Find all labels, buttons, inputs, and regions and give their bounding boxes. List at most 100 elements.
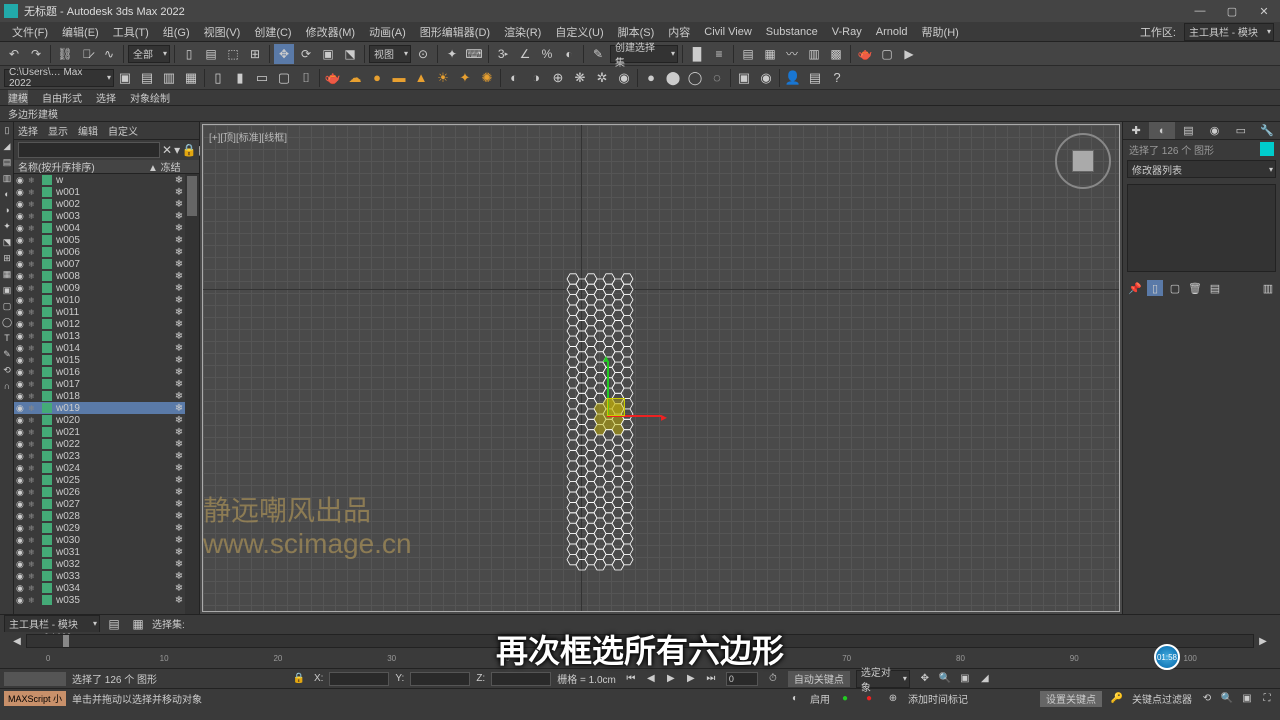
pivot-button[interactable]: ⊙ xyxy=(413,44,433,64)
path-dropdown[interactable]: C:\Users\… Max 2022 xyxy=(4,69,114,87)
keymode-dropdown[interactable]: 选定对象 xyxy=(856,670,910,688)
scene-lock-icon[interactable]: 🔒 xyxy=(182,143,196,157)
col-name[interactable]: 名称(按升序排序) xyxy=(14,159,144,174)
scene-item[interactable]: ◉❄w026❄ xyxy=(14,486,199,498)
align-button[interactable]: ≡ xyxy=(709,44,729,64)
maximize-button[interactable]: ▢ xyxy=(1220,3,1244,19)
render-frame-button[interactable]: ▢ xyxy=(877,44,897,64)
l-4[interactable]: ▥ xyxy=(0,171,14,185)
scene-item[interactable]: ◉❄w014❄ xyxy=(14,342,199,354)
percent-snap-button[interactable]: % xyxy=(537,44,557,64)
unlink-button[interactable]: ⛓̷ xyxy=(77,44,97,64)
angle-snap-button[interactable]: ∠ xyxy=(515,44,535,64)
person-icon[interactable]: 👤 xyxy=(782,68,804,88)
select-object-button[interactable]: ▯ xyxy=(179,44,199,64)
menu-item[interactable]: 组(G) xyxy=(157,22,196,42)
menu-item[interactable]: 自定义(U) xyxy=(549,22,609,42)
scene-item[interactable]: ◉❄w019❄ xyxy=(14,402,199,414)
l-16[interactable]: ⟲ xyxy=(0,363,14,377)
setkey-button[interactable]: 设置关键点 xyxy=(1040,691,1102,707)
scene-item[interactable]: ◉❄w024❄ xyxy=(14,462,199,474)
menu-item[interactable]: 创建(C) xyxy=(248,22,297,42)
tl-next[interactable]: ▶ xyxy=(1254,633,1272,649)
help-icon[interactable]: ? xyxy=(826,68,848,88)
cloud-icon[interactable]: ☁ xyxy=(344,68,366,88)
l-10[interactable]: ▦ xyxy=(0,267,14,281)
menu-item[interactable]: V-Ray xyxy=(826,24,868,40)
rb-2[interactable]: ▤ xyxy=(136,68,158,88)
scene-item[interactable]: ◉❄w032❄ xyxy=(14,558,199,570)
rb-glob3[interactable]: ⊕ xyxy=(547,68,569,88)
viewcube[interactable] xyxy=(1055,133,1111,189)
bottom-toolbar-dropdown[interactable]: 主工具栏 - 模块 xyxy=(4,615,100,633)
time-knob[interactable]: 01:58 xyxy=(1154,644,1180,670)
scene-item[interactable]: ◉❄w005❄ xyxy=(14,234,199,246)
maxscript-label[interactable]: MAXScript 小 xyxy=(4,691,66,706)
play[interactable]: ▶ xyxy=(662,671,680,687)
scene-item[interactable]: ◉❄w007❄ xyxy=(14,258,199,270)
select-name-button[interactable]: ▤ xyxy=(201,44,221,64)
menu-item[interactable]: Arnold xyxy=(870,24,914,40)
l-11[interactable]: ▣ xyxy=(0,283,14,297)
menu-item[interactable]: 工具(T) xyxy=(107,22,155,42)
render-button[interactable]: ▶ xyxy=(899,44,919,64)
autokey-button[interactable]: 自动关键点 xyxy=(788,671,850,687)
l-3[interactable]: ▤ xyxy=(0,155,14,169)
ribbon-tab[interactable]: 自由形式 xyxy=(42,90,82,105)
named-selset-dropdown[interactable]: 创建选择集 xyxy=(610,45,678,63)
timeline-ticks[interactable]: 01020 304050 607080 90100 xyxy=(8,654,1272,664)
time-config[interactable]: ⏱ xyxy=(764,671,782,687)
col-freeze[interactable]: ▲ 冻结 xyxy=(144,159,199,174)
poly-modeling-tab[interactable]: 多边形建模 xyxy=(8,106,58,121)
curve-editor-button[interactable]: 〰 xyxy=(782,44,802,64)
sphere-icon[interactable]: ● xyxy=(366,68,388,88)
rb-glob2[interactable]: ◑ xyxy=(525,68,547,88)
workspace-dropdown[interactable]: 主工具栏 - 模块 xyxy=(1184,23,1274,41)
play-next[interactable]: ▶ xyxy=(682,671,700,687)
y-input[interactable] xyxy=(410,672,470,686)
scene-menu-display[interactable]: 显示 xyxy=(48,123,68,138)
l-15[interactable]: ✎ xyxy=(0,347,14,361)
nav-orbit[interactable]: ⟲ xyxy=(1198,691,1216,707)
ribbon-tab[interactable]: 对象绘制 xyxy=(130,90,170,105)
manipulate-button[interactable]: ✦ xyxy=(442,44,462,64)
light1-icon[interactable]: ☀ xyxy=(432,68,454,88)
script-rec[interactable]: ● xyxy=(836,691,854,707)
scene-item[interactable]: ◉❄w004❄ xyxy=(14,222,199,234)
scene-item[interactable]: ◉❄w011❄ xyxy=(14,306,199,318)
rb-glob5[interactable]: ✲ xyxy=(591,68,613,88)
viewport-label[interactable]: [+][顶][标准][线框] xyxy=(209,129,287,144)
frame-input[interactable] xyxy=(726,672,758,686)
named-sel-edit-button[interactable]: ✎ xyxy=(588,44,608,64)
hex-cluster[interactable] xyxy=(565,273,645,573)
schematic-button[interactable]: ▥ xyxy=(804,44,824,64)
menu-item[interactable]: 修改器(M) xyxy=(300,22,362,42)
keyboard-button[interactable]: ⌨ xyxy=(464,44,484,64)
scene-item[interactable]: ◉❄w003❄ xyxy=(14,210,199,222)
scene-item[interactable]: ◉❄w020❄ xyxy=(14,414,199,426)
tl-prev[interactable]: ◀ xyxy=(8,633,26,649)
rb-sph3[interactable]: ◯ xyxy=(684,68,706,88)
rb-7[interactable]: ▭ xyxy=(251,68,273,88)
scene-item[interactable]: ◉❄w015❄ xyxy=(14,354,199,366)
l-1[interactable]: ▯ xyxy=(0,123,14,137)
motion-tab[interactable]: ◉ xyxy=(1202,122,1228,139)
script-tgl1[interactable]: ◐ xyxy=(786,691,804,707)
rb-6[interactable]: ▮ xyxy=(229,68,251,88)
selection-filter[interactable]: 全部 xyxy=(128,45,170,63)
layer-button[interactable]: ▤ xyxy=(738,44,758,64)
l-2[interactable]: ◢ xyxy=(0,139,14,153)
snap2-button[interactable]: 3▸ xyxy=(493,44,513,64)
spinner-snap-button[interactable]: ◐ xyxy=(559,44,579,64)
scene-item[interactable]: ◉❄w031❄ xyxy=(14,546,199,558)
nav-max[interactable]: ⛶ xyxy=(1258,691,1276,707)
play-prev[interactable]: ◀ xyxy=(642,671,660,687)
menu-item[interactable]: 图形编辑器(D) xyxy=(414,22,496,42)
rect-select-button[interactable]: ⬚ xyxy=(223,44,243,64)
scene-item[interactable]: ◉❄w018❄ xyxy=(14,390,199,402)
window-cross-button[interactable]: ⊞ xyxy=(245,44,265,64)
rb-arn2[interactable]: ◉ xyxy=(755,68,777,88)
redo-button[interactable]: ↷ xyxy=(26,44,46,64)
l-17[interactable]: ∩ xyxy=(0,379,14,393)
scene-item[interactable]: ◉❄w025❄ xyxy=(14,474,199,486)
